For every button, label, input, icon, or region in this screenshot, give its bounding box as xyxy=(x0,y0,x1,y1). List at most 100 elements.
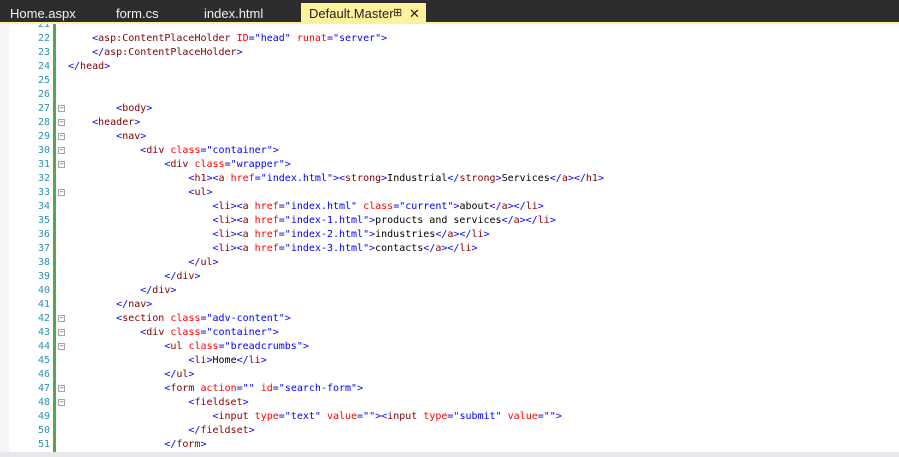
collapse-toggle-icon[interactable]: − xyxy=(58,329,65,336)
code-text[interactable]: <li><a href="index.html" class="current"… xyxy=(68,200,543,214)
horizontal-scrollbar[interactable] xyxy=(0,452,899,457)
code-text[interactable]: <form action="" id="search-form"> xyxy=(68,382,363,396)
code-line[interactable]: 35 <li><a href="index-1.html">products a… xyxy=(0,214,899,228)
code-line[interactable]: 41 </nav> xyxy=(0,298,899,312)
collapse-toggle-icon[interactable]: − xyxy=(58,385,65,392)
code-text[interactable]: </asp:ContentPlaceHolder> xyxy=(68,46,243,60)
code-line[interactable]: 23 </asp:ContentPlaceHolder> xyxy=(0,46,899,60)
code-text[interactable]: </head> xyxy=(68,60,110,74)
code-line[interactable]: 44 − <ul class="breadcrumbs"> xyxy=(0,340,899,354)
code-token: > xyxy=(200,439,207,450)
tab-form-cs[interactable]: form.cs xyxy=(108,3,193,24)
code-text[interactable]: </ul> xyxy=(68,368,194,382)
close-icon[interactable]: ✕ xyxy=(409,3,420,24)
code-text[interactable]: <li><a href="index-1.html">products and … xyxy=(68,214,555,228)
code-token: > xyxy=(357,383,364,394)
code-text[interactable]: <div class="container"> xyxy=(68,144,279,158)
code-line[interactable]: 50 </fieldset> xyxy=(0,424,899,438)
collapse-toggle-icon[interactable]: − xyxy=(58,105,65,112)
code-line[interactable]: 28 − <header> xyxy=(0,116,899,130)
code-text[interactable]: <header> xyxy=(68,116,140,130)
code-text[interactable]: <ul> xyxy=(68,186,212,200)
code-token: >< xyxy=(230,243,243,254)
code-line[interactable]: 24 </head> xyxy=(0,60,899,74)
line-number: 51 xyxy=(37,439,50,450)
code-text[interactable]: <section class="adv-content"> xyxy=(68,312,291,326)
code-token: fieldset xyxy=(194,397,243,408)
code-token: </ xyxy=(549,173,562,184)
code-text[interactable]: <asp:ContentPlaceHolder ID="head" runat=… xyxy=(68,32,387,46)
tab-home-aspx[interactable]: Home.aspx xyxy=(2,3,100,24)
code-token: < xyxy=(68,117,99,128)
line-number: 44 xyxy=(37,341,50,352)
code-line[interactable]: 29 − <nav> xyxy=(0,130,899,144)
code-line[interactable]: 25 xyxy=(0,74,899,88)
code-line[interactable]: 46 </ul> xyxy=(0,368,899,382)
pin-icon[interactable]: ⊞ xyxy=(393,3,402,24)
code-line[interactable]: 27 − <body> xyxy=(0,102,899,116)
code-line[interactable]: 31 − <div class="wrapper"> xyxy=(0,158,899,172)
code-text[interactable]: <fieldset> xyxy=(68,396,248,410)
code-text[interactable]: </ul> xyxy=(68,256,218,270)
code-token: ></ xyxy=(567,173,586,184)
code-line[interactable]: 37 <li><a href="index-3.html">contacts</… xyxy=(0,242,899,256)
code-text[interactable]: <div class="container"> xyxy=(68,326,279,340)
code-text[interactable]: <li>Home</li> xyxy=(68,354,266,368)
code-line[interactable]: 36 <li><a href="index-2.html">industries… xyxy=(0,228,899,242)
tab-index-html[interactable]: index.html xyxy=(196,3,301,24)
code-text[interactable]: <body> xyxy=(68,102,152,116)
collapse-toggle-icon[interactable]: − xyxy=(58,315,65,322)
code-token: </ xyxy=(447,173,460,184)
line-number: 42 xyxy=(37,313,50,324)
code-line[interactable]: 30 − <div class="container"> xyxy=(0,144,899,158)
code-text[interactable]: <input type="text" value=""><input type=… xyxy=(68,410,561,424)
code-line[interactable]: 51 </form> xyxy=(0,438,899,452)
code-text[interactable]: </div> xyxy=(68,270,200,284)
code-token: class xyxy=(188,341,219,352)
code-token: </ xyxy=(68,299,129,310)
code-line[interactable]: 22 <asp:ContentPlaceHolder ID="head" run… xyxy=(0,32,899,46)
code-line[interactable]: 48 − <fieldset> xyxy=(0,396,899,410)
code-line[interactable]: 33 − <ul> xyxy=(0,186,899,200)
code-token: </ xyxy=(68,271,177,282)
collapse-toggle-icon[interactable]: − xyxy=(58,147,65,154)
collapse-toggle-icon[interactable]: − xyxy=(58,399,65,406)
code-text[interactable]: <ul class="breadcrumbs"> xyxy=(68,340,309,354)
code-text[interactable]: </nav> xyxy=(68,298,152,312)
code-line[interactable]: 32 <h1><a href="index.html"><strong>Indu… xyxy=(0,172,899,186)
code-line[interactable]: 39 </div> xyxy=(0,270,899,284)
collapse-toggle-icon[interactable]: − xyxy=(58,119,65,126)
code-text[interactable]: </form> xyxy=(68,438,207,452)
code-line[interactable]: 34 <li><a href="index.html" class="curre… xyxy=(0,200,899,214)
code-token: type xyxy=(423,411,448,422)
code-text[interactable]: <h1><a href="index.html"><strong>Industr… xyxy=(68,172,604,186)
code-token: "" xyxy=(242,383,255,394)
code-line[interactable]: 43 − <div class="container"> xyxy=(0,326,899,340)
tab-label: Default.Master xyxy=(309,6,394,21)
code-token: li xyxy=(218,201,231,212)
code-text[interactable]: <nav> xyxy=(68,130,146,144)
code-line[interactable]: 26 xyxy=(0,88,899,102)
tab-default-master[interactable]: Default.Master ⊞ ✕ xyxy=(301,3,426,24)
code-text[interactable]: <div class="wrapper"> xyxy=(68,158,290,172)
line-number: 36 xyxy=(37,229,50,240)
code-text[interactable]: </fieldset> xyxy=(68,424,254,438)
code-line[interactable]: 38 </ul> xyxy=(0,256,899,270)
code-editor[interactable]: 21 22 <asp:ContentPlaceHolder ID="head" r… xyxy=(0,24,899,457)
code-line[interactable]: 49 <input type="text" value=""><input ty… xyxy=(0,410,899,424)
collapse-toggle-icon[interactable]: − xyxy=(58,133,65,140)
code-text[interactable]: </div> xyxy=(68,284,176,298)
code-token: "breadcrumbs" xyxy=(224,341,303,352)
collapse-toggle-icon[interactable]: − xyxy=(58,343,65,350)
code-token: > xyxy=(146,299,153,310)
code-line[interactable]: 21 xyxy=(0,24,899,32)
code-text[interactable]: <li><a href="index-2.html">industries</a… xyxy=(68,228,489,242)
line-number: 37 xyxy=(37,243,50,254)
code-line[interactable]: 42 − <section class="adv-content"> xyxy=(0,312,899,326)
code-line[interactable]: 40 </div> xyxy=(0,284,899,298)
collapse-toggle-icon[interactable]: − xyxy=(58,161,65,168)
code-line[interactable]: 45 <li>Home</li> xyxy=(0,354,899,368)
code-line[interactable]: 47 − <form action="" id="search-form"> xyxy=(0,382,899,396)
collapse-toggle-icon[interactable]: − xyxy=(58,189,65,196)
code-text[interactable]: <li><a href="index-3.html">contacts</a><… xyxy=(68,242,477,256)
